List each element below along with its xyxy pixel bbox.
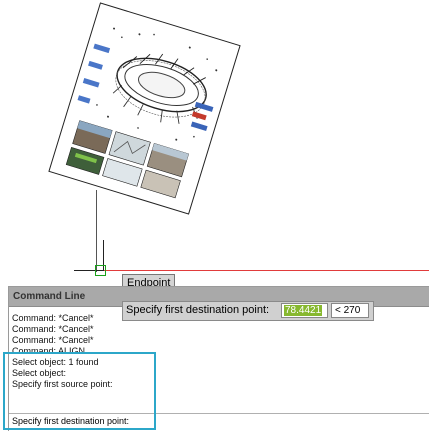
drawing-canvas[interactable]: Endpoint Command Line Command: *Cancel* … — [0, 0, 429, 431]
history-line: Command: *Cancel* — [12, 335, 94, 345]
distance-input-field[interactable]: 78.4421 — [281, 303, 328, 318]
highlight-frame — [3, 352, 156, 430]
rubber-band-line — [96, 190, 97, 272]
history-line: Command: *Cancel* — [12, 324, 94, 334]
x-axis-reference-line — [100, 270, 429, 271]
stadium-drawing — [65, 27, 218, 199]
angle-input-field[interactable]: < 270 — [331, 303, 369, 318]
dynamic-input-tooltip: Specify first destination point: 78.4421… — [122, 301, 374, 321]
distance-value[interactable]: 78.4421 — [284, 305, 323, 316]
dynamic-input-prompt: Specify first destination point: — [126, 304, 270, 316]
endpoint-snap-marker — [95, 265, 106, 276]
rotated-drawing-sheet[interactable] — [48, 2, 241, 215]
